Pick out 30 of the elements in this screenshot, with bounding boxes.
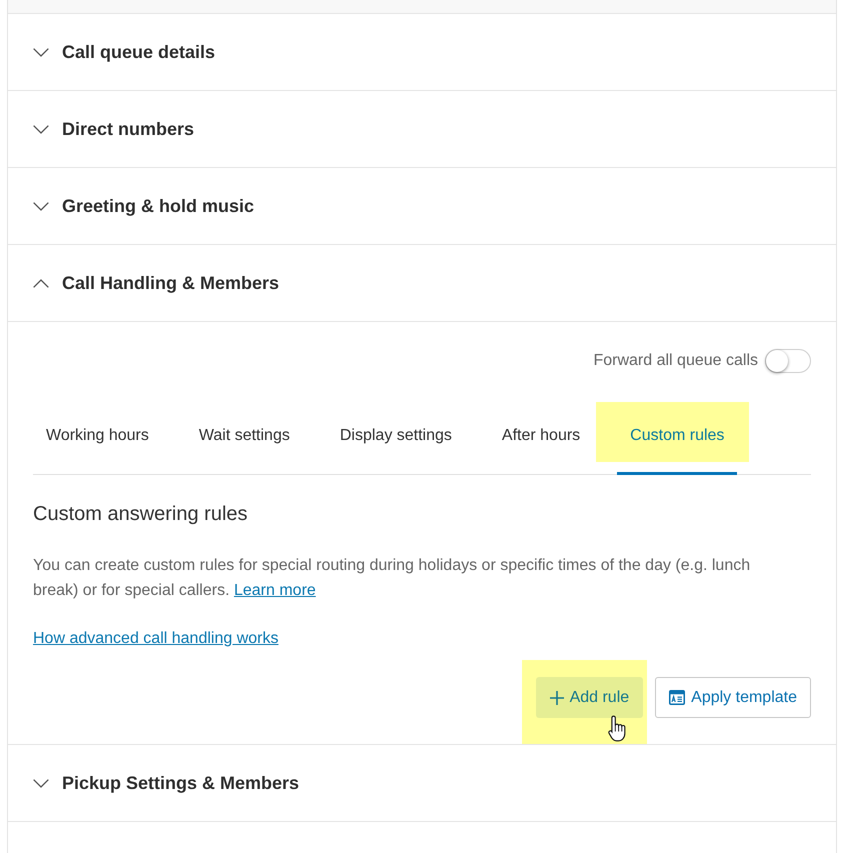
section-heading: Custom answering rules [33, 502, 249, 526]
section-title: Pickup Settings & Members [62, 772, 300, 794]
accordion-header[interactable]: Pickup Settings & Members [8, 745, 836, 821]
section-title: Direct numbers [62, 118, 194, 140]
tab[interactable]: Working hours [33, 402, 162, 474]
section-title: Call queue details [62, 42, 216, 62]
add-rule-button[interactable]: Add rule [536, 677, 644, 718]
tab[interactable]: Wait settings [186, 402, 303, 474]
accordion-header[interactable]: Greeting & hold music [8, 168, 836, 244]
chevron-down-icon [33, 48, 49, 56]
chevron-down-icon [33, 202, 49, 210]
section-title: Greeting & hold music [62, 196, 254, 216]
accordion-header[interactable]: Call Handling & Members [8, 245, 836, 321]
chevron-up-icon [33, 278, 49, 288]
plus-icon [550, 690, 564, 704]
accordion-header[interactable]: Direct numbers [8, 91, 836, 167]
apply-template-button[interactable]: Apply template [655, 677, 811, 718]
tab[interactable]: Display settings [326, 402, 465, 474]
accordion-header[interactable]: Call queue details [8, 14, 836, 90]
toggle-switch[interactable] [765, 349, 811, 373]
tab[interactable]: After hours [488, 402, 594, 474]
chevron-down-icon [33, 778, 49, 788]
template-card-icon [669, 690, 686, 705]
help-link[interactable]: How advanced call handling works [33, 629, 278, 649]
description-text: You can create custom rules for special routing during holidays or specific times of the day (e.g. lunch break) or for special callers. Learn more [33, 556, 752, 601]
tab[interactable]: Custom rules [617, 402, 738, 474]
chevron-down-icon [33, 124, 49, 134]
section-title: Call Handling & Members [62, 272, 280, 294]
toggle-label: Forward all queue calls [593, 352, 758, 370]
learn-more-link[interactable]: Learn more [234, 582, 316, 599]
